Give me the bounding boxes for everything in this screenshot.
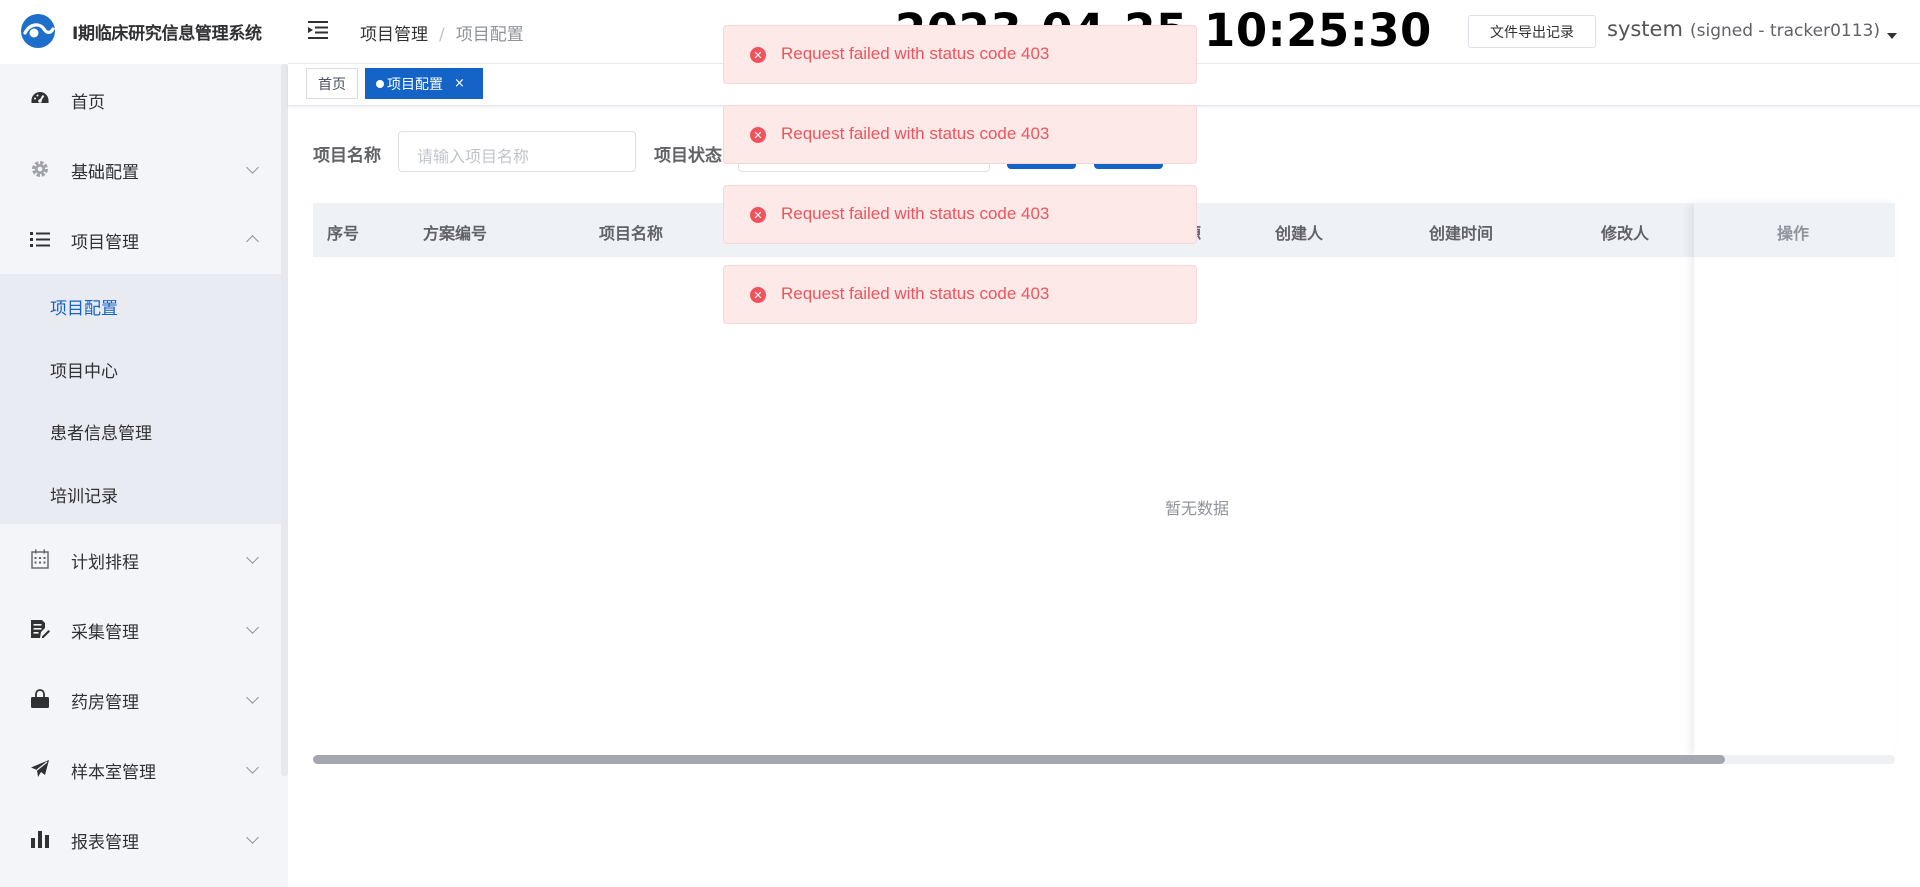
breadcrumb-separator: /: [439, 25, 445, 45]
sidebar-item-label: 计划排程: [71, 553, 139, 573]
project-name-label: 项目名称: [313, 146, 381, 166]
sidebar-item-label: 药房管理: [71, 693, 139, 713]
tag-project-config[interactable]: 项目配置 ×: [365, 68, 483, 99]
error-circle-icon: ✕: [750, 47, 766, 63]
column-header: 操作: [1777, 224, 1810, 243]
toast-message: Request failed with status code 403: [781, 284, 1050, 303]
user-signed-info[interactable]: (signed - tracker0113): [1690, 21, 1880, 41]
send-icon: [29, 759, 51, 779]
caret-down-icon[interactable]: [1887, 33, 1897, 39]
chevron-down-icon: [246, 621, 259, 634]
sidebar-item-label: 项目配置: [50, 299, 118, 319]
breadcrumb-item[interactable]: 项目管理: [360, 25, 428, 45]
logo-icon: [21, 14, 55, 48]
column-header: 修改人: [1601, 224, 1650, 243]
error-toast: ✕ Request failed with status code 403: [723, 265, 1197, 324]
chevron-down-icon: [246, 831, 259, 844]
user-name[interactable]: system: [1607, 17, 1683, 41]
sidebar-item-label: 报表管理: [71, 833, 139, 853]
sidebar-item-project-management[interactable]: 项目管理: [0, 204, 281, 274]
bag-icon: [29, 689, 51, 709]
chevron-down-icon: [246, 761, 259, 774]
sidebar-item-label: 采集管理: [71, 623, 139, 643]
project-name-input[interactable]: 请输入项目名称: [398, 131, 636, 172]
toast-message: Request failed with status code 403: [781, 124, 1050, 143]
edit-document-icon: [29, 619, 51, 639]
breadcrumb: 项目管理 / 项目配置: [360, 20, 524, 45]
sidebar-item-schedule[interactable]: 计划排程: [0, 524, 281, 594]
chevron-down-icon: [246, 551, 259, 564]
error-toast: ✕ Request failed with status code 403: [723, 25, 1197, 84]
error-toast: ✕ Request failed with status code 403: [723, 105, 1197, 164]
export-records-button[interactable]: 文件导出记录: [1468, 15, 1596, 48]
sidebar-item-basic-config[interactable]: 基础配置: [0, 134, 281, 204]
sidebar-item-home[interactable]: 首页: [0, 64, 281, 134]
sidebar-menu: 首页 基础配置 项目管理 项目配置 项目中心 患者信息管理 培训记录 计划排程 …: [0, 64, 281, 874]
bar-chart-icon: [29, 829, 51, 849]
list-icon: [29, 229, 51, 249]
chevron-down-icon: [246, 691, 259, 704]
dashboard-icon: [29, 89, 51, 109]
column-header: 项目名称: [599, 224, 664, 243]
column-header: 创建时间: [1429, 224, 1494, 243]
sidebar-item-sample-room[interactable]: 样本室管理: [0, 734, 281, 804]
project-status-label: 项目状态: [654, 146, 722, 166]
error-circle-icon: ✕: [750, 127, 766, 143]
error-circle-icon: ✕: [750, 287, 766, 303]
empty-table-text: 暂无数据: [1165, 499, 1230, 518]
sidebar-item-training-records[interactable]: 培训记录: [0, 462, 281, 525]
toast-message: Request failed with status code 403: [781, 44, 1050, 63]
chevron-down-icon: [246, 161, 259, 174]
toast-message: Request failed with status code 403: [781, 204, 1050, 223]
sidebar-item-project-center[interactable]: 项目中心: [0, 337, 281, 400]
menu-fold-icon[interactable]: [308, 21, 330, 39]
project-management-submenu: 项目配置 项目中心 患者信息管理 培训记录: [0, 274, 281, 524]
logo-row: I期临床研究信息管理系统: [0, 0, 288, 64]
sidebar-item-reports[interactable]: 报表管理: [0, 804, 281, 874]
column-header: 创建人: [1275, 224, 1324, 243]
sidebar-item-label: 基础配置: [71, 163, 139, 183]
tag-label: 项目配置: [387, 76, 443, 93]
sidebar-item-label: 培训记录: [50, 486, 118, 507]
active-dot-icon: [376, 79, 384, 88]
sidebar-item-pharmacy[interactable]: 药房管理: [0, 664, 281, 734]
close-icon[interactable]: ×: [454, 76, 465, 91]
sidebar: I期临床研究信息管理系统 首页 基础配置 项目管理 项目配置 项目中心 患者信息…: [0, 0, 288, 887]
sidebar-item-patient-info[interactable]: 患者信息管理: [0, 399, 281, 462]
tag-home[interactable]: 首页: [306, 68, 358, 99]
sidebar-item-label: 患者信息管理: [50, 424, 152, 444]
breadcrumb-current: 项目配置: [455, 25, 524, 45]
fixed-operations-column: 操作: [1694, 203, 1895, 755]
sidebar-item-label: 项目中心: [50, 361, 118, 382]
sidebar-item-project-config[interactable]: 项目配置: [0, 274, 281, 337]
column-header: 序号: [327, 224, 360, 243]
chevron-up-icon: [246, 235, 259, 248]
error-circle-icon: ✕: [750, 207, 766, 223]
calendar-icon: [29, 549, 51, 569]
gear-icon: [29, 159, 51, 179]
operations-column-header: 操作: [1694, 203, 1895, 257]
sidebar-item-label: 样本室管理: [71, 763, 156, 783]
sidebar-item-collection[interactable]: 采集管理: [0, 594, 281, 664]
sidebar-item-label: 首页: [71, 93, 105, 113]
sidebar-scrollbar[interactable]: [281, 64, 288, 776]
app-title: I期临床研究信息管理系统: [72, 24, 262, 44]
sidebar-item-label: 项目管理: [71, 233, 139, 253]
table-scrollbar-thumb[interactable]: [313, 755, 1725, 764]
column-header: 方案编号: [423, 224, 488, 243]
error-toast: ✕ Request failed with status code 403: [723, 185, 1197, 244]
